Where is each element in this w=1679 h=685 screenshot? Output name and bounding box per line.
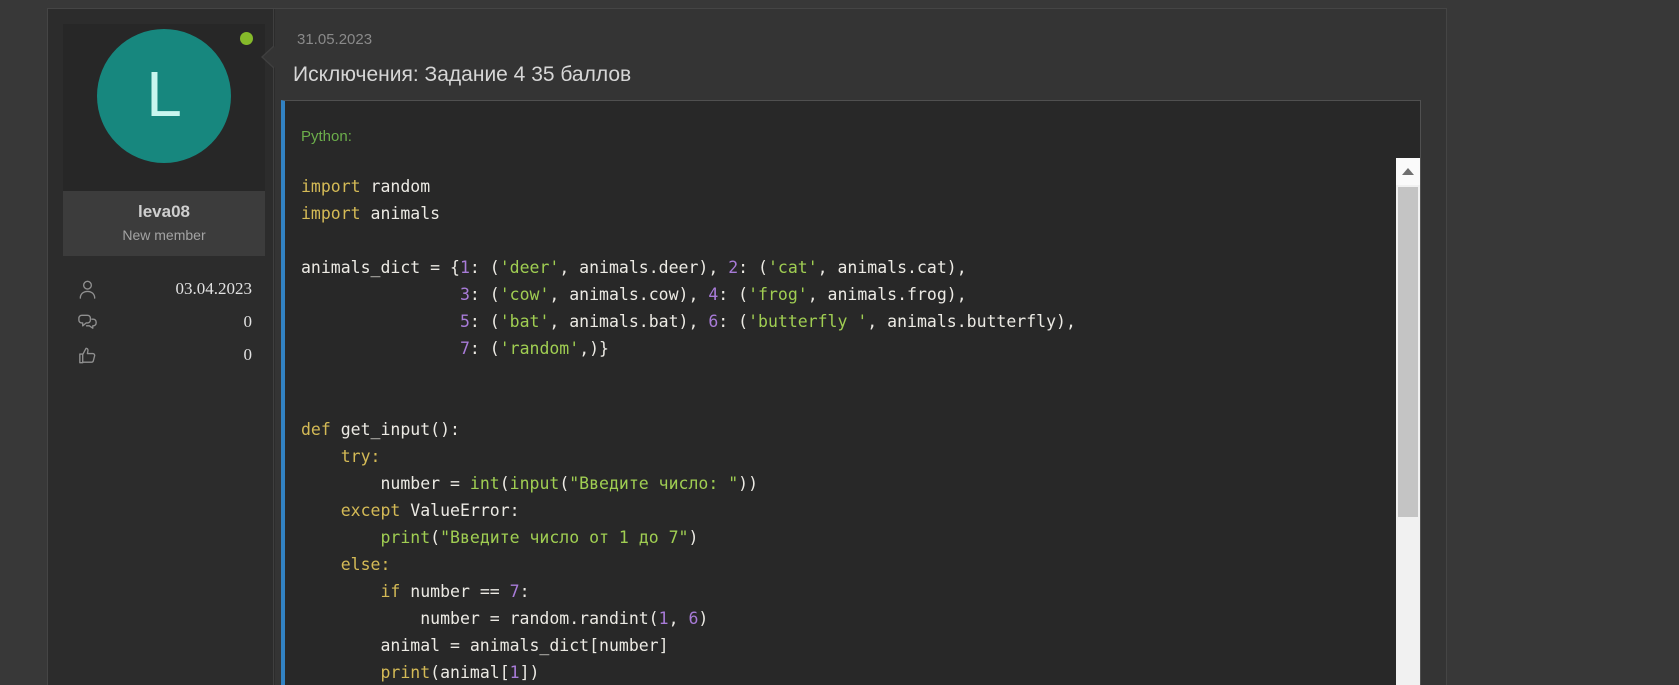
scrollbar-thumb[interactable]: [1398, 187, 1418, 517]
user-info-column: L leva08 New member 03.04.2023: [48, 9, 274, 685]
code-line: 3: ('cow', animals.cow), 4: ('frog', ani…: [301, 281, 1396, 308]
code-line: number = random.randint(1, 6): [301, 605, 1396, 632]
thumbs-up-icon: [76, 344, 99, 367]
avatar-block: L: [63, 24, 265, 191]
message-arrow: [263, 46, 275, 68]
username-link[interactable]: leva08: [63, 202, 265, 222]
stat-row-messages: 0: [76, 309, 252, 335]
code-line: print(animal[1]): [301, 659, 1396, 685]
stat-row-likes: 0: [76, 342, 252, 368]
post-date[interactable]: 31.05.2023: [297, 31, 372, 48]
code-line: def get_input():: [301, 416, 1396, 443]
code-line: import animals: [301, 200, 1396, 227]
forum-post: L leva08 New member 03.04.2023: [47, 8, 1447, 685]
stat-row-joined: 03.04.2023: [76, 276, 252, 302]
online-status-dot: [240, 32, 253, 45]
code-line: [301, 227, 1396, 254]
avatar[interactable]: L: [97, 29, 231, 163]
code-line: except ValueError:: [301, 497, 1396, 524]
likes-count-value: 0: [244, 345, 253, 365]
code-line: animals_dict = {1: ('deer', animals.deer…: [301, 254, 1396, 281]
code-line: import random: [301, 173, 1396, 200]
code-content[interactable]: import randomimport animals animals_dict…: [285, 158, 1396, 685]
messages-icon: [76, 311, 99, 334]
code-scrollbar[interactable]: [1396, 158, 1420, 685]
code-language-label: Python:: [301, 128, 352, 145]
code-line: animal = animals_dict[number]: [301, 632, 1396, 659]
scrollbar-up-button[interactable]: [1396, 158, 1420, 185]
post-title: Исключения: Задание 4 35 баллов: [293, 63, 631, 87]
messages-count-value: 0: [244, 312, 253, 332]
code-line: else:: [301, 551, 1396, 578]
message-column: 31.05.2023 Исключения: Задание 4 35 балл…: [275, 9, 1446, 685]
code-line: number = int(input("Введите число: ")): [301, 470, 1396, 497]
code-line: [301, 362, 1396, 389]
code-line: print("Введите число от 1 до 7"): [301, 524, 1396, 551]
user-title: New member: [63, 227, 265, 243]
code-line: [301, 389, 1396, 416]
code-line: try:: [301, 443, 1396, 470]
code-block: Python: import randomimport animals anim…: [281, 100, 1421, 685]
user-stats: 03.04.2023 0 0: [63, 256, 265, 368]
user-icon: [76, 278, 99, 301]
code-line: if number == 7:: [301, 578, 1396, 605]
code-line: 7: ('random',)}: [301, 335, 1396, 362]
avatar-letter: L: [146, 58, 182, 130]
user-card: L leva08 New member 03.04.2023: [63, 24, 265, 375]
joined-date-value: 03.04.2023: [176, 279, 253, 299]
scroll-up-arrow-icon: [1402, 168, 1414, 175]
code-line: 5: ('bat', animals.bat), 6: ('butterfly …: [301, 308, 1396, 335]
name-block: leva08 New member: [63, 191, 265, 256]
